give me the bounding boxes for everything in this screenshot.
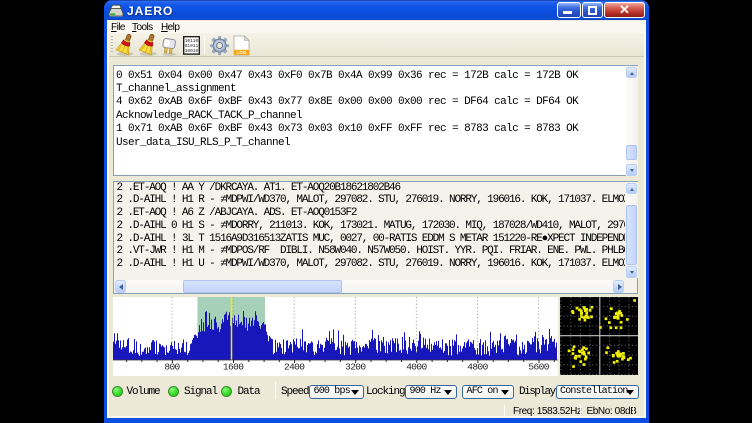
- svg-text:800: 800: [164, 362, 180, 373]
- svg-text:LOG: LOG: [237, 50, 247, 55]
- svg-text:3200: 3200: [345, 362, 366, 373]
- svg-text:1600: 1600: [222, 362, 243, 373]
- svg-text:5600: 5600: [528, 362, 549, 373]
- svg-text:4800: 4800: [467, 362, 488, 373]
- svg-text:10010: 10010: [184, 48, 198, 54]
- svg-text:2400: 2400: [283, 362, 304, 373]
- svg-text:4000: 4000: [406, 362, 427, 373]
